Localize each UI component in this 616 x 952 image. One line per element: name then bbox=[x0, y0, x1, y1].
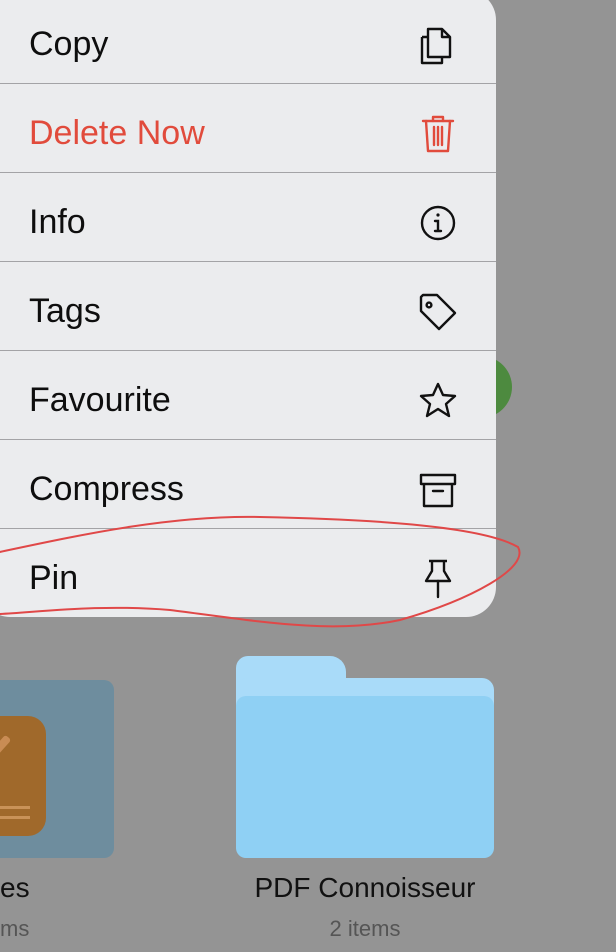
menu-item-copy[interactable]: Copy bbox=[0, 0, 496, 89]
menu-item-label: Pin bbox=[29, 559, 79, 597]
star-icon bbox=[416, 379, 460, 423]
menu-item-pin[interactable]: Pin bbox=[0, 534, 496, 617]
tag-icon bbox=[416, 290, 460, 334]
pages-app-icon[interactable] bbox=[0, 716, 46, 836]
menu-item-label: Compress bbox=[29, 470, 184, 508]
copy-icon bbox=[416, 23, 460, 67]
menu-item-favourite[interactable]: Favourite bbox=[0, 356, 496, 445]
menu-item-label: Info bbox=[29, 203, 86, 241]
menu-item-label: Delete Now bbox=[29, 114, 205, 152]
menu-item-info[interactable]: Info bbox=[0, 178, 496, 267]
folder-item-count: 2 items bbox=[329, 916, 401, 941]
menu-item-delete-now[interactable]: Delete Now bbox=[0, 89, 496, 178]
pin-icon bbox=[416, 557, 460, 601]
trash-icon bbox=[416, 112, 460, 156]
menu-item-label: Tags bbox=[29, 292, 101, 330]
menu-item-label: Favourite bbox=[29, 381, 171, 419]
folder-label: PDF Connoisseur bbox=[254, 872, 476, 903]
info-icon bbox=[416, 201, 460, 245]
menu-item-compress[interactable]: Compress bbox=[0, 445, 496, 534]
archive-icon bbox=[416, 468, 460, 512]
menu-item-tags[interactable]: Tags bbox=[0, 267, 496, 356]
file-label-left: es bbox=[0, 872, 30, 903]
menu-item-label: Copy bbox=[29, 25, 109, 63]
file-sub-left: ms bbox=[0, 916, 30, 941]
folder-icon[interactable] bbox=[236, 656, 494, 858]
context-menu: Copy Delete Now Info Tags Favourite Comp… bbox=[0, 0, 496, 617]
